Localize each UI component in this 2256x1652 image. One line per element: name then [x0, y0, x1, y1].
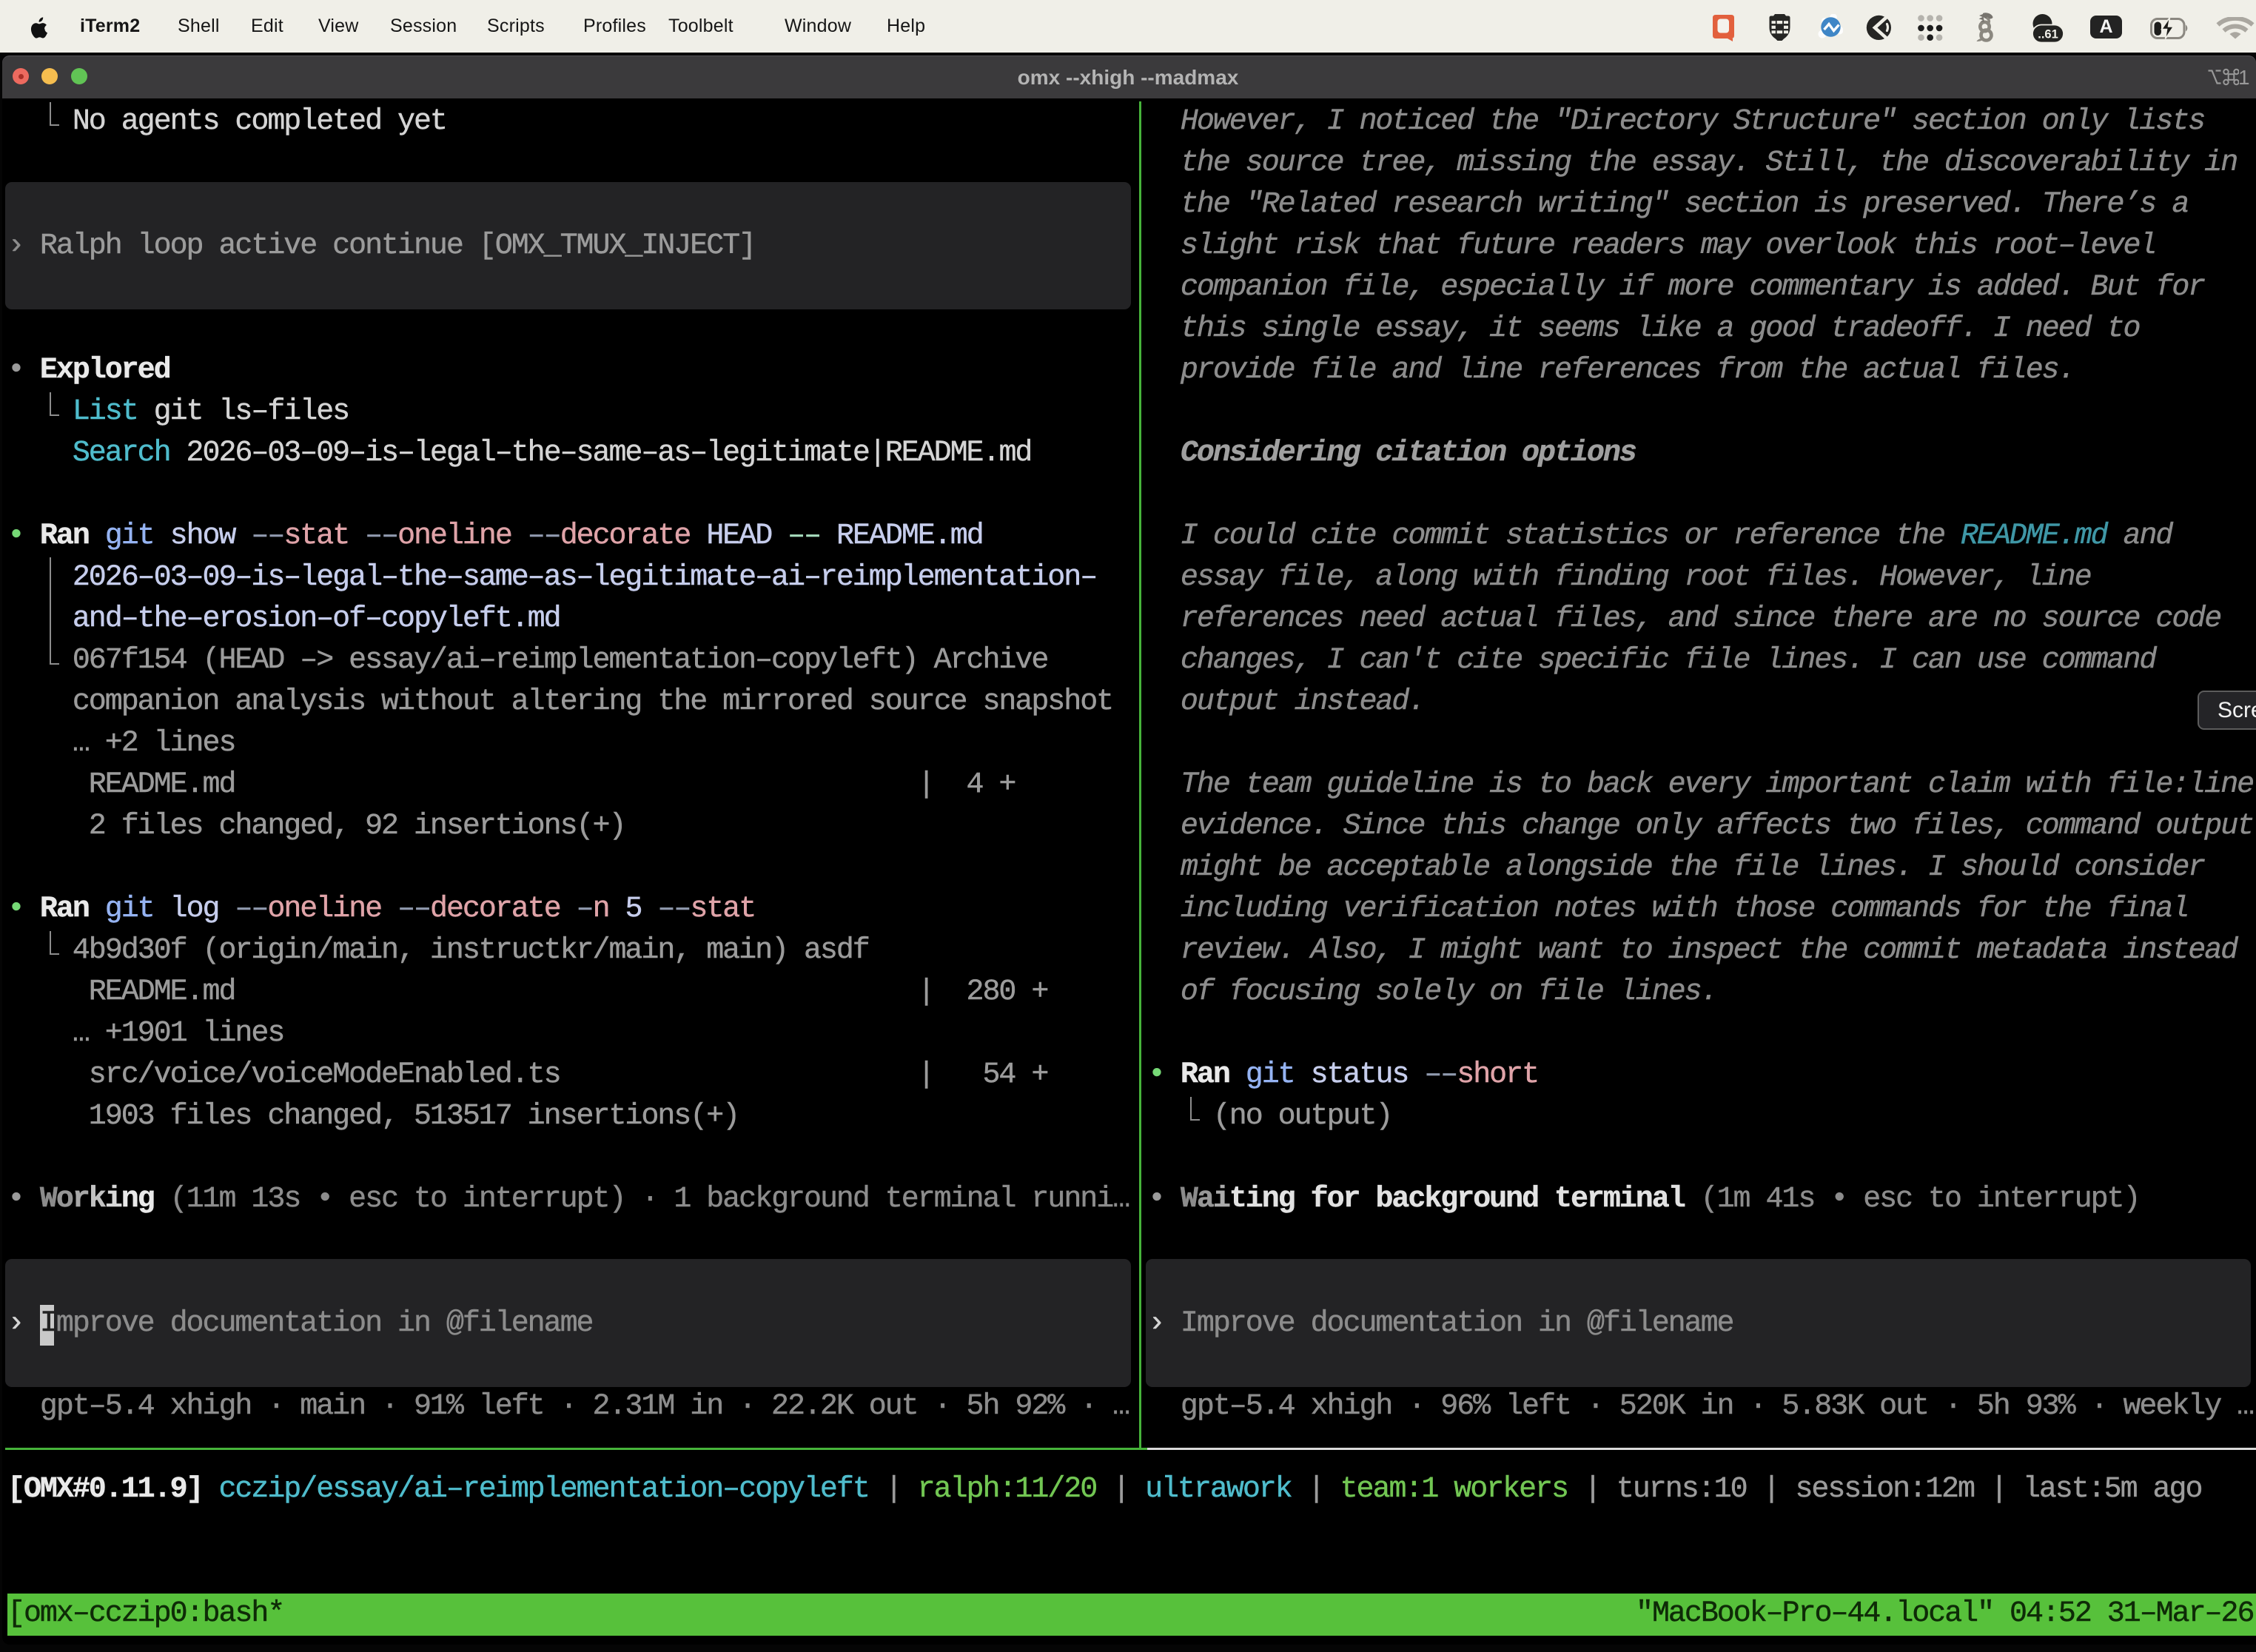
svg-text:..61: ..61	[2038, 28, 2058, 41]
